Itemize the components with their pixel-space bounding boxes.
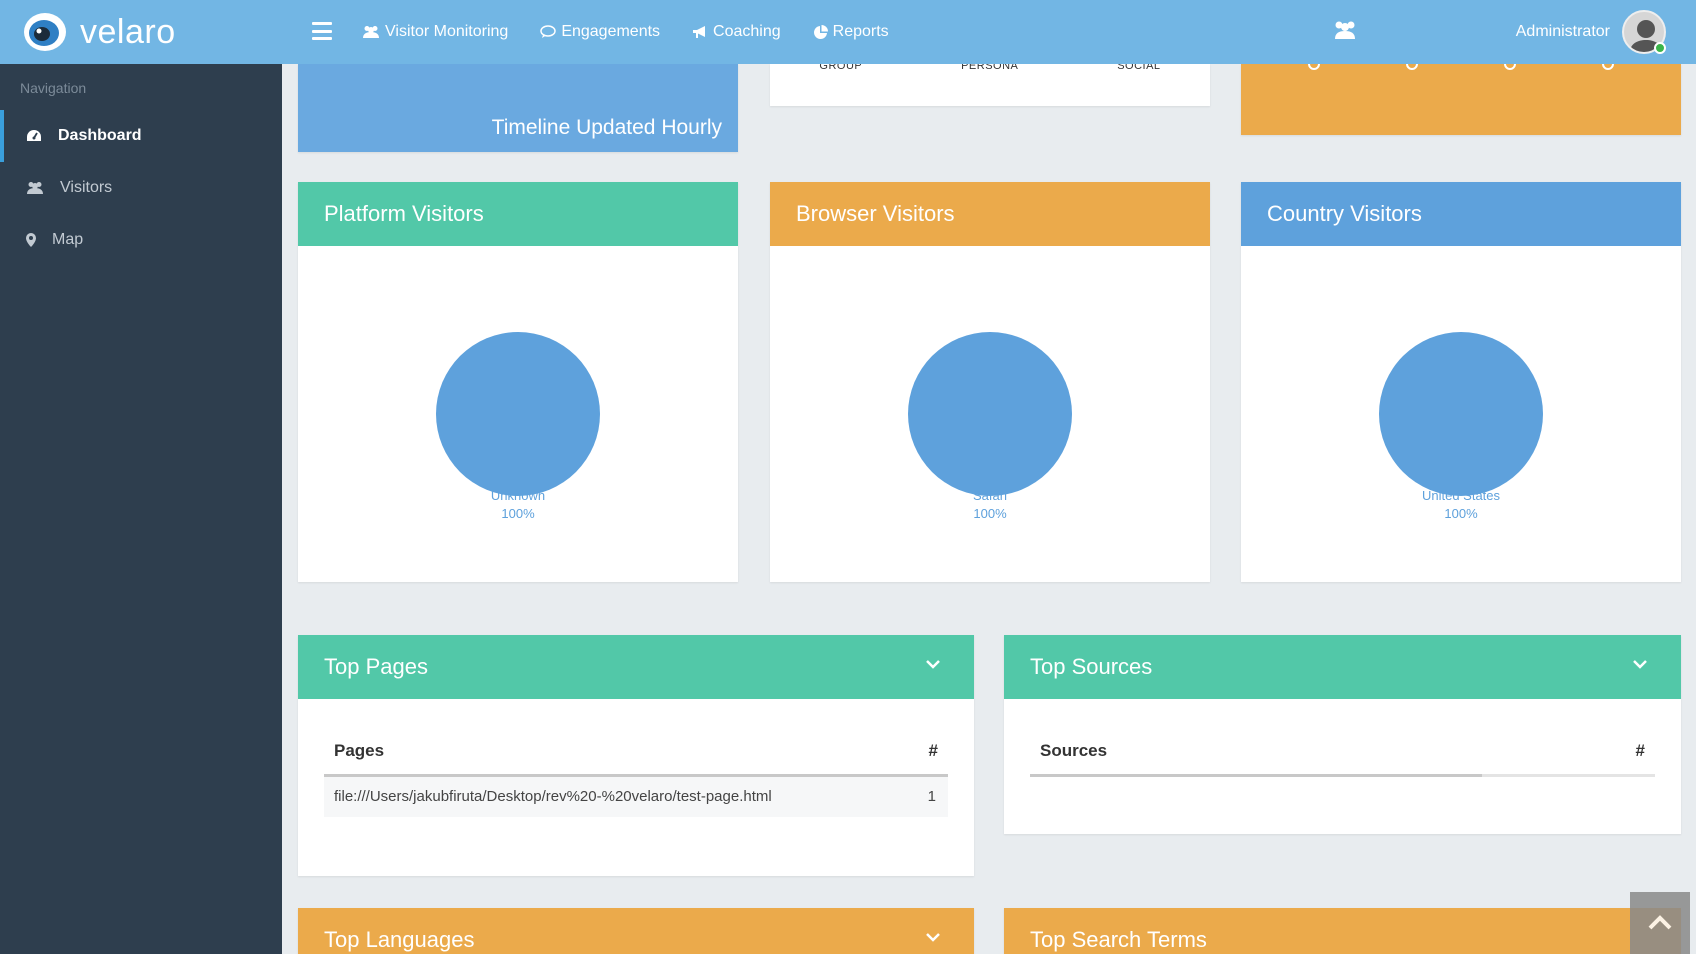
- pie-slice-percent: 100%: [501, 506, 535, 521]
- top-languages-panel: Top Languages: [298, 908, 974, 954]
- chevron-down-icon[interactable]: [926, 659, 940, 669]
- pie-slice-percent: 100%: [1444, 506, 1478, 521]
- engagement-stats-panel: GROUP PERSONA SOCIAL: [770, 60, 1210, 106]
- pie-slice-label: United States: [1421, 488, 1501, 503]
- top-sources-panel: Top Sources Sources #: [1004, 635, 1681, 834]
- column-header-pages[interactable]: Pages: [324, 729, 909, 777]
- chevron-up-icon: [1648, 915, 1672, 930]
- top-sources-table: Sources #: [1030, 729, 1655, 777]
- page-count-cell: 1: [908, 775, 948, 817]
- pie-slice-safari[interactable]: [908, 332, 1072, 496]
- panel-header: Platform Visitors: [298, 182, 738, 246]
- users-icon: [27, 182, 43, 194]
- pie-slice-percent: 100%: [973, 506, 1007, 521]
- sidebar-heading: Navigation: [20, 80, 87, 96]
- column-header-sources[interactable]: Sources: [1030, 729, 1483, 777]
- browser-visitors-panel: Browser Visitors Safari 100%: [770, 182, 1210, 582]
- pie-chart-icon: [813, 24, 828, 39]
- panel-header: Browser Visitors: [770, 182, 1210, 246]
- pie-slice-label: Unknown: [490, 488, 546, 503]
- top-nav: Visitor Monitoring Engagements Coaching …: [362, 0, 921, 64]
- top-pages-panel: Top Pages Pages # file:///Users/jakubfir…: [298, 635, 974, 876]
- panel-header: Country Visitors: [1241, 182, 1681, 246]
- chevron-down-icon[interactable]: [926, 932, 940, 942]
- timeline-caption: Timeline Updated Hourly: [491, 116, 722, 139]
- panel-header: Top Languages: [298, 908, 974, 954]
- menu-toggle-icon[interactable]: [312, 22, 332, 40]
- panel-header: Top Pages: [298, 635, 974, 699]
- user-menu[interactable]: Administrator: [1516, 0, 1666, 64]
- dashboard-gauge-icon: [27, 130, 41, 141]
- panel-title: Top Languages: [324, 927, 475, 952]
- users-icon: [363, 26, 379, 38]
- nav-visitor-monitoring-label: Visitor Monitoring: [385, 23, 509, 40]
- panel-title: Platform Visitors: [324, 201, 484, 226]
- column-header-count[interactable]: #: [908, 729, 948, 777]
- nav-reports[interactable]: Reports: [813, 23, 889, 41]
- nav-coaching[interactable]: Coaching: [692, 23, 781, 41]
- country-visitors-panel: Country Visitors United States 100%: [1241, 182, 1681, 582]
- nav-engagements[interactable]: Engagements: [540, 23, 660, 41]
- sidebar-item-map[interactable]: Map: [0, 214, 282, 266]
- stat-indicator-icons: [1308, 64, 1614, 70]
- panel-title: Top Sources: [1030, 654, 1153, 679]
- column-header-count[interactable]: #: [1482, 729, 1655, 777]
- sidebar-item-label: Dashboard: [58, 127, 142, 144]
- megaphone-icon: [693, 26, 706, 38]
- chevron-down-icon[interactable]: [1633, 659, 1647, 669]
- scroll-to-top-button[interactable]: [1630, 892, 1690, 954]
- pie-slice-unknown[interactable]: [436, 332, 600, 496]
- user-name: Administrator: [1515, 23, 1610, 40]
- sidebar: Navigation Dashboard Visitors Map: [0, 64, 282, 954]
- panel-title: Top Pages: [324, 654, 428, 679]
- panel-title: Browser Visitors: [796, 201, 955, 226]
- orange-stats-panel: [1241, 64, 1681, 135]
- platform-visitors-panel: Platform Visitors Unknown 100%: [298, 182, 738, 582]
- browser-pie-chart: [908, 332, 1072, 496]
- sidebar-item-visitors[interactable]: Visitors: [0, 162, 282, 214]
- panel-title: Country Visitors: [1267, 201, 1422, 226]
- pie-slice-label: Safari: [973, 488, 1007, 503]
- panel-title: Top Search Terms: [1030, 927, 1207, 952]
- sidebar-item-label: Visitors: [60, 179, 113, 196]
- top-search-terms-panel: Top Search Terms: [1004, 908, 1681, 954]
- sidebar-item-label: Map: [52, 231, 84, 248]
- nav-reports-label: Reports: [832, 23, 889, 40]
- map-marker-icon: [26, 233, 36, 247]
- nav-visitor-monitoring[interactable]: Visitor Monitoring: [362, 23, 508, 41]
- pie-slice-united-states[interactable]: [1379, 332, 1543, 496]
- page-url-cell: file:///Users/jakubfiruta/Desktop/rev%20…: [324, 775, 909, 817]
- nav-engagements-label: Engagements: [561, 23, 661, 40]
- platform-pie-chart: [436, 332, 600, 496]
- top-pages-table: Pages # file:///Users/jakubfiruta/Deskto…: [324, 729, 948, 817]
- team-users-icon[interactable]: [1334, 20, 1356, 40]
- online-status-dot: [1654, 42, 1666, 54]
- country-pie-chart: [1379, 332, 1543, 496]
- velaro-logo-icon: [24, 13, 66, 51]
- panel-header: Top Search Terms: [1004, 908, 1681, 954]
- velaro-logo[interactable]: velaro: [22, 10, 176, 54]
- nav-coaching-label: Coaching: [713, 23, 781, 40]
- timeline-panel: Timeline Updated Hourly: [298, 64, 738, 152]
- chat-bubble-icon: [540, 25, 557, 38]
- sidebar-item-dashboard[interactable]: Dashboard: [0, 110, 282, 162]
- top-header: velaro Visitor Monitoring Engagements Co…: [0, 0, 1696, 64]
- table-row[interactable]: file:///Users/jakubfiruta/Desktop/rev%20…: [324, 775, 948, 817]
- logo-text: velaro: [80, 12, 176, 51]
- panel-header: Top Sources: [1004, 635, 1681, 699]
